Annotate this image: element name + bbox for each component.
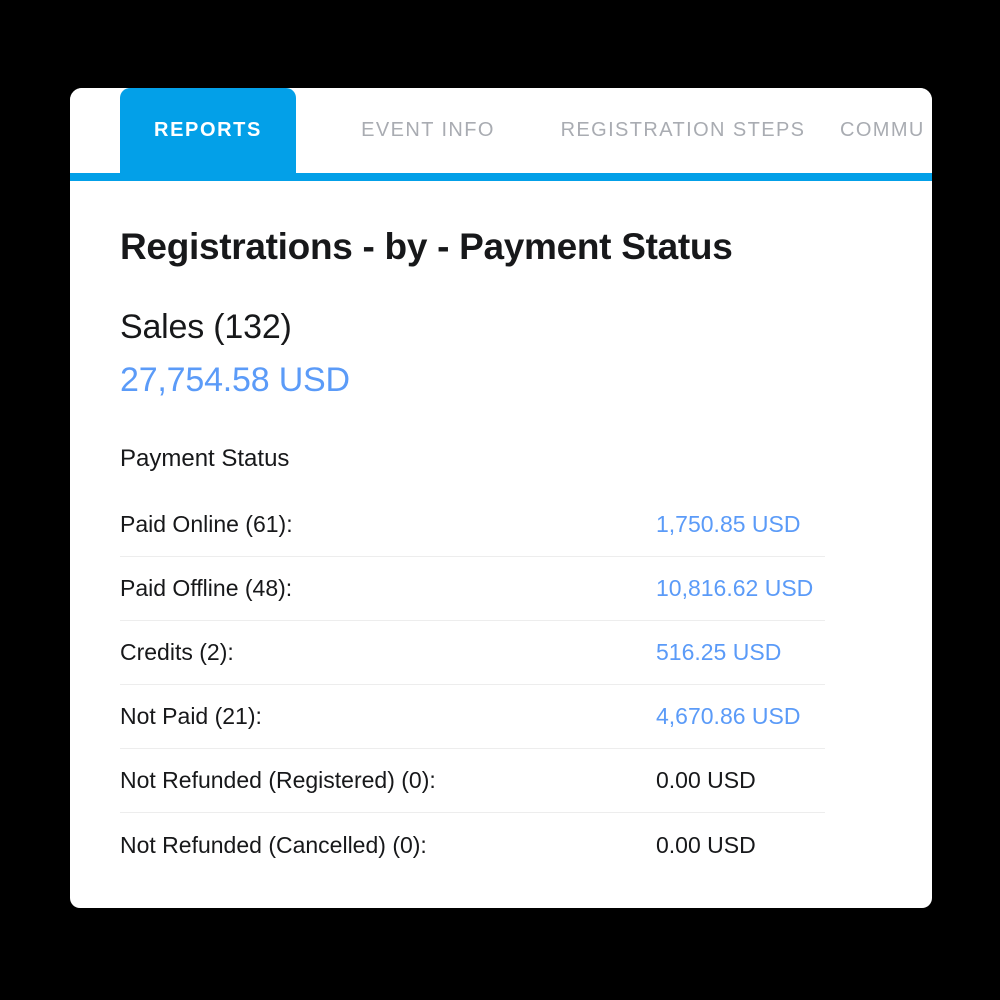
tab-reports-label: REPORTS [154,119,262,141]
screen: REPORTS EVENT INFO REGISTRATION STEPS CO… [0,0,1000,1000]
table-row: Not Refunded (Cancelled) (0): 0.00 USD [120,813,825,877]
status-label: Paid Offline (48): [120,575,293,601]
status-label: Paid Online (61): [120,511,293,537]
table-row: Credits (2): 516.25 USD [120,621,825,685]
tab-event-info-label: EVENT INFO [361,119,495,141]
payment-status-section-label: Payment Status [120,445,290,472]
sales-heading: Sales (132) [120,308,292,346]
status-value: 0.00 USD [656,831,756,858]
status-value: 10,816.62 USD [656,575,814,601]
status-value: 4,670.86 USD [656,703,801,729]
table-row: Paid Offline (48): 10,816.62 USD [120,557,825,621]
table-row: Not Paid (21): 4,670.86 USD [120,685,825,749]
status-label: Not Refunded (Registered) (0): [120,767,436,793]
tab-community[interactable]: COMMU [840,88,932,173]
report-body: Registrations - by - Payment Status Sale… [70,181,932,877]
status-value: 516.25 USD [656,639,782,665]
tab-registration-steps[interactable]: REGISTRATION STEPS [538,88,828,173]
page-title: Registrations - by - Payment Status [120,226,733,267]
tab-bar-underline [70,173,932,181]
status-value: 1,750.85 USD [656,511,801,537]
sales-total-amount: 27,754.58 USD [120,361,350,399]
status-label: Not Paid (21): [120,703,262,729]
payment-status-list: Paid Online (61): 1,750.85 USD Paid Offl… [120,493,825,877]
status-label: Credits (2): [120,639,234,665]
report-card: REPORTS EVENT INFO REGISTRATION STEPS CO… [70,88,932,908]
table-row: Not Refunded (Registered) (0): 0.00 USD [120,749,825,813]
tab-community-label: COMMU [840,119,925,141]
tab-bar: REPORTS EVENT INFO REGISTRATION STEPS CO… [70,88,932,181]
status-value: 0.00 USD [656,767,756,793]
tab-reports[interactable]: REPORTS [120,88,296,173]
status-label: Not Refunded (Cancelled) (0): [120,831,427,858]
table-row: Paid Online (61): 1,750.85 USD [120,493,825,557]
tab-registration-steps-label: REGISTRATION STEPS [560,119,806,141]
tab-event-info[interactable]: EVENT INFO [332,88,524,173]
